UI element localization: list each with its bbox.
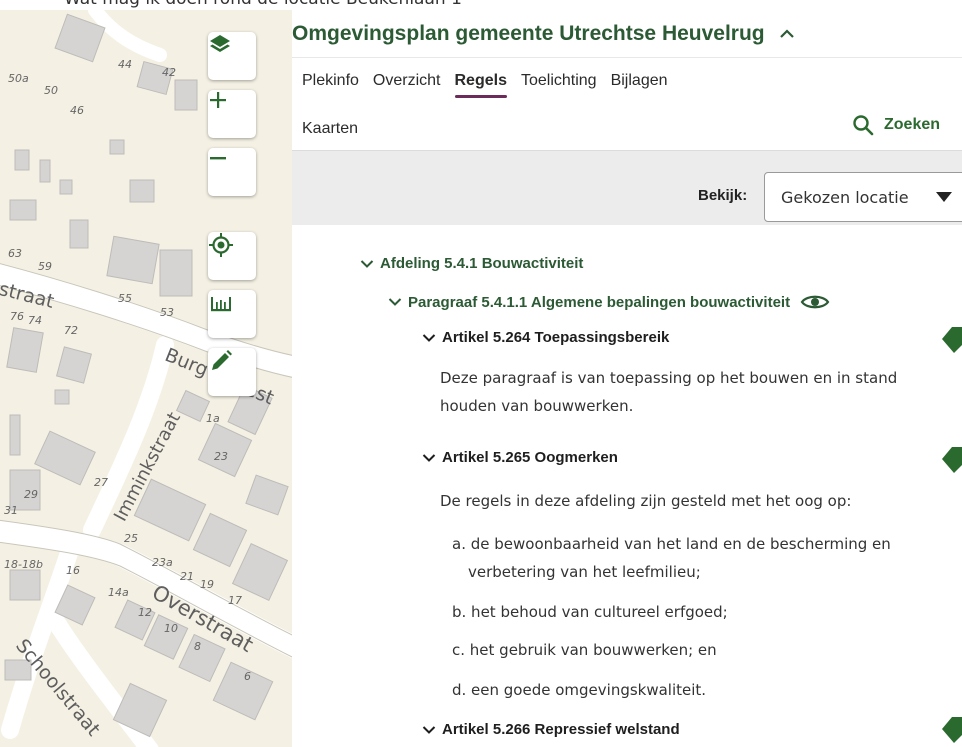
house-number: 17 — [228, 594, 242, 607]
house-number: 27 — [94, 476, 108, 489]
house-number: 12 — [138, 606, 152, 619]
list-item-continuation: verbetering van het leefmilieu; — [468, 563, 701, 581]
artikel-264-text-line2: houden van bouwwerken. — [440, 397, 634, 415]
panel-header[interactable]: Omgevingsplan gemeente Utrechtse Heuvelr… — [292, 10, 962, 58]
list-item: c. het gebruik van bouwwerken; en — [452, 641, 717, 659]
chevron-down-icon — [422, 453, 436, 463]
afdeling-toggle[interactable]: Afdeling 5.4.1 Bouwactiviteit — [360, 255, 583, 272]
measure-button[interactable] — [208, 290, 256, 338]
chevron-down-icon — [388, 297, 402, 307]
house-number: 50 — [44, 84, 58, 97]
locate-button[interactable] — [208, 232, 256, 280]
paragraaf-toggle[interactable]: Paragraaf 5.4.1.1 Algemene bepalingen bo… — [388, 292, 830, 312]
house-number: 23a — [152, 556, 173, 569]
artikel-265-title: Artikel 5.265 Oogmerken — [442, 449, 618, 466]
artikel-265-toggle[interactable]: Artikel 5.265 Oogmerken — [422, 449, 618, 466]
search-icon — [853, 115, 874, 136]
top-text-line: Wat mag ik doen rond de locatie Beukenla… — [0, 0, 962, 10]
eye-icon[interactable] — [800, 292, 830, 312]
tag-icon[interactable] — [940, 445, 962, 475]
chevron-down-icon — [422, 725, 436, 735]
house-number: 31 — [4, 504, 18, 517]
info-panel: Omgevingsplan gemeente Utrechtse Heuvelr… — [292, 10, 962, 747]
zoom-in-button[interactable] — [208, 90, 256, 138]
house-number: 50a — [8, 72, 29, 85]
house-number: 74 — [28, 314, 42, 327]
paragraaf-title: Paragraaf 5.4.1.1 Algemene bepalingen bo… — [408, 293, 791, 311]
layers-icon — [210, 35, 230, 52]
artikel-265-intro: De regels in deze afdeling zijn gesteld … — [440, 492, 852, 510]
tab-kaarten[interactable]: Kaarten — [302, 120, 358, 138]
chevron-up-icon[interactable] — [779, 28, 795, 40]
map-view[interactable]: straat Burg est Imminkstraat Overstraat … — [0, 10, 292, 747]
house-number: 53 — [160, 306, 174, 319]
house-number: 63 — [8, 247, 22, 260]
artikel-266-toggle[interactable]: Artikel 5.266 Repressief welstand — [422, 721, 680, 738]
caret-down-icon — [936, 192, 952, 202]
house-number: 44 — [118, 58, 132, 71]
plan-title[interactable]: Omgevingsplan gemeente Utrechtse Heuvelr… — [292, 22, 765, 46]
house-number: 14a — [108, 586, 129, 599]
pencil-icon — [212, 350, 232, 370]
house-number: 19 — [200, 578, 214, 591]
chevron-down-icon — [360, 259, 374, 269]
house-number: 23 — [214, 450, 228, 463]
tab-regels[interactable]: Regels — [454, 72, 508, 98]
layers-button[interactable] — [208, 32, 256, 80]
zoom-out-button[interactable] — [208, 148, 256, 196]
list-item: d. een goede omgevingskwaliteit. — [452, 681, 707, 699]
artikel-264-title: Artikel 5.264 Toepassingsbereik — [442, 329, 670, 346]
view-select[interactable]: Gekozen locatie — [764, 172, 962, 222]
view-bar: Bekijk: Gekozen locatie — [292, 150, 962, 225]
top-text: Wat mag ik doen rond de locatie Beukenla… — [64, 0, 462, 9]
tab-overzicht[interactable]: Overzicht — [373, 72, 441, 96]
house-number: 10 — [164, 622, 178, 635]
artikel-264-toggle[interactable]: Artikel 5.264 Toepassingsbereik — [422, 329, 669, 346]
house-number: 59 — [38, 260, 52, 273]
house-number: 46 — [70, 104, 84, 117]
house-number: 16 — [66, 564, 80, 577]
tab-toelichting[interactable]: Toelichting — [521, 72, 597, 96]
house-number: 8 — [194, 640, 201, 653]
draw-button[interactable] — [208, 348, 256, 396]
minus-icon — [210, 157, 226, 160]
house-number: 29 — [24, 488, 38, 501]
tag-icon[interactable] — [940, 325, 962, 355]
house-number: 1a — [206, 412, 220, 425]
house-number: 21 — [180, 570, 194, 583]
house-number: 42 — [162, 66, 176, 79]
rules-content: Afdeling 5.4.1 Bouwactiviteit Paragraaf … — [292, 225, 962, 747]
artikel-266-title: Artikel 5.266 Repressief welstand — [442, 721, 680, 738]
house-number: 55 — [118, 292, 132, 305]
list-item: b. het behoud van cultureel erfgoed; — [452, 603, 728, 621]
house-number: 76 — [10, 310, 24, 323]
tab-bijlagen[interactable]: Bijlagen — [611, 72, 668, 96]
house-number: 6 — [244, 670, 251, 683]
crosshair-icon — [209, 233, 233, 257]
artikel-264-text-line1: Deze paragraaf is van toepassing op het … — [440, 369, 898, 387]
house-number: 18-18b — [4, 558, 43, 571]
ruler-icon — [211, 297, 231, 312]
tab-bar: Plekinfo Overzicht Regels Toelichting Bi… — [302, 72, 682, 98]
afdeling-title: Afdeling 5.4.1 Bouwactiviteit — [380, 255, 584, 272]
list-item: a. de bewoonbaarheid van het land en de … — [452, 535, 891, 553]
chevron-down-icon — [422, 333, 436, 343]
tab-plekinfo[interactable]: Plekinfo — [302, 72, 359, 96]
search-label: Zoeken — [884, 116, 941, 133]
search-button[interactable]: Zoeken — [852, 114, 940, 136]
house-number: 72 — [64, 324, 78, 337]
house-number: 25 — [124, 532, 138, 545]
tag-icon[interactable] — [940, 715, 962, 745]
view-label: Bekijk: — [698, 187, 748, 204]
view-select-value: Gekozen locatie — [781, 187, 909, 207]
plus-icon — [210, 92, 226, 108]
